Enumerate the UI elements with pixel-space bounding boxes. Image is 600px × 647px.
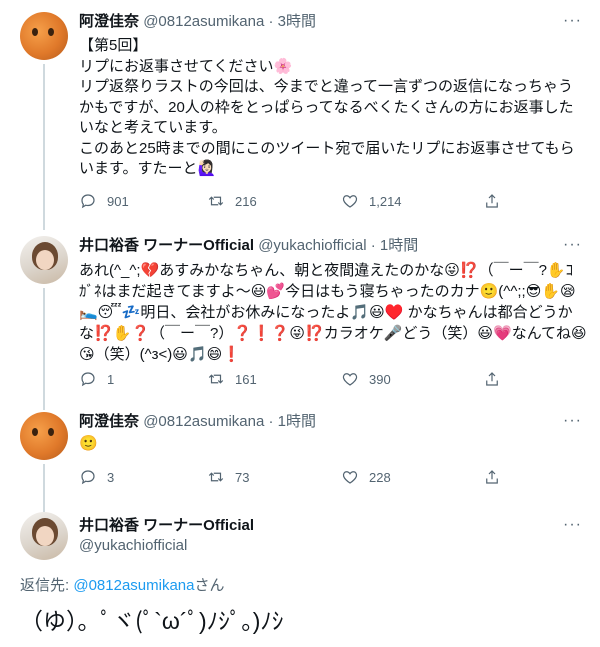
retweet-button[interactable]: 73 [207, 468, 249, 486]
more-options-icon[interactable]: ··· [563, 412, 582, 430]
timestamp[interactable]: 1時間 [278, 413, 316, 430]
reply-button[interactable]: 901 [79, 192, 129, 210]
like-count: 228 [369, 469, 391, 485]
timestamp[interactable]: 3時間 [278, 13, 316, 30]
reply-count: 3 [107, 469, 115, 485]
retweet-button[interactable]: 216 [207, 192, 257, 210]
retweet-count: 216 [235, 193, 257, 209]
retweet-count: 73 [235, 469, 250, 485]
timestamp[interactable]: 1時間 [380, 237, 418, 254]
like-count: 1,214 [369, 193, 402, 209]
tweet-header: 阿澄佳奈 @0812asumikana · 1時間 [79, 412, 316, 432]
separator-dot: · [370, 237, 376, 254]
avatar[interactable] [20, 412, 68, 460]
reply-button[interactable]: 3 [79, 468, 114, 486]
reply-count: 901 [107, 193, 129, 209]
like-button[interactable]: 1,214 [341, 192, 402, 210]
retweet-icon [208, 472, 224, 482]
more-options-icon[interactable]: ··· [563, 236, 582, 254]
main-tweet-text: （ゆ）。ﾟヾ(ﾟ`ω´ﾟ)ﾉｼﾟ。)ﾉｼ [20, 608, 284, 634]
tweet-header: 阿澄佳奈 @0812asumikana · 3時間 [79, 12, 316, 32]
tweet-1[interactable]: 阿澄佳奈 @0812asumikana · 3時間 ··· 【第5回】 リプにお… [0, 0, 600, 230]
like-count: 390 [369, 371, 391, 387]
tweet-header: 井口裕香 ワーナーOfficial @yukachiofficial · 1時間 [79, 236, 418, 256]
thread-line [43, 288, 45, 410]
share-icon [486, 194, 498, 208]
share-icon [486, 470, 498, 484]
user-handle[interactable]: @yukachiofficial [258, 237, 366, 254]
like-button[interactable]: 390 [341, 370, 391, 388]
separator-dot: · [268, 13, 274, 30]
share-button[interactable] [483, 192, 501, 210]
reply-count: 1 [107, 371, 115, 387]
avatar[interactable] [20, 12, 68, 60]
avatar[interactable] [20, 236, 68, 284]
display-name[interactable]: 井口裕香 ワーナーOfficial [79, 237, 254, 254]
separator-dot: · [268, 413, 274, 430]
tweet-text: 【第5回】 リプにお返事させてください🌸 リプ返祭りラストの今回は、今までと違っ… [79, 37, 575, 177]
heart-icon [342, 373, 358, 386]
action-bar: 901 216 1,214 [79, 192, 509, 212]
share-icon [486, 372, 498, 386]
tweet-3[interactable]: 阿澄佳奈 @0812asumikana · 1時間 ··· 🙂 3 73 228 [0, 400, 600, 512]
user-handle[interactable]: @yukachiofficial [79, 537, 187, 554]
share-button[interactable] [483, 370, 501, 388]
reply-button[interactable]: 1 [79, 370, 114, 388]
thread-line [43, 64, 45, 230]
reply-prefix: 返信先: [20, 577, 74, 594]
more-options-icon[interactable]: ··· [563, 12, 582, 30]
replying-to: 返信先: @0812asumikanaさん [20, 574, 225, 595]
reply-icon [81, 470, 95, 485]
action-bar: 3 73 228 [79, 468, 509, 488]
main-author-handle: @yukachiofficial [79, 536, 187, 556]
avatar[interactable] [20, 512, 68, 560]
user-handle[interactable]: @0812asumikana [143, 13, 264, 30]
retweet-icon [208, 374, 224, 384]
display-name[interactable]: 阿澄佳奈 [79, 13, 139, 30]
heart-icon [342, 471, 358, 484]
reply-icon [81, 194, 95, 209]
retweet-count: 161 [235, 371, 257, 387]
user-handle[interactable]: @0812asumikana [143, 413, 264, 430]
action-bar: 1 161 390 [79, 370, 509, 390]
reply-mention-link[interactable]: @0812asumikana [73, 577, 194, 594]
heart-icon [342, 195, 358, 208]
reply-suffix: さん [194, 577, 225, 594]
tweet-text: 🙂 [79, 435, 98, 452]
like-button[interactable]: 228 [341, 468, 391, 486]
display-name[interactable]: 阿澄佳奈 [79, 413, 139, 430]
reply-icon [81, 372, 95, 387]
tweet-text: あれ(^_^;💔あすみかなちゃん、朝と夜間違えたのかな😜⁉️（￣ー￣?✋ｺｶﾞﾈ… [79, 262, 587, 363]
main-author-name: 井口裕香 ワーナーOfficial [79, 516, 254, 536]
retweet-button[interactable]: 161 [207, 370, 257, 388]
tweet-2[interactable]: 井口裕香 ワーナーOfficial @yukachiofficial · 1時間… [0, 230, 600, 410]
retweet-icon [208, 196, 224, 206]
display-name[interactable]: 井口裕香 ワーナーOfficial [79, 517, 254, 534]
share-button[interactable] [483, 468, 501, 486]
more-options-icon[interactable]: ··· [563, 516, 582, 534]
